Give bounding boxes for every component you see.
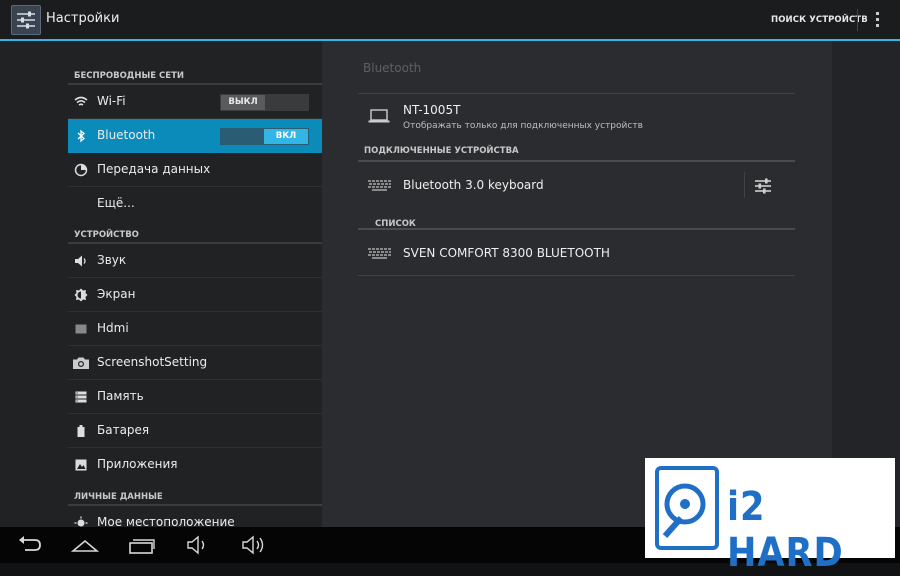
this-device-visibility: Отображать только для подключенных устро…: [403, 121, 643, 131]
keyboard-icon: [368, 248, 391, 259]
sidebar-item-label: Ещё...: [97, 196, 135, 210]
wifi-toggle[interactable]: ВЫКЛ: [220, 94, 309, 111]
sidebar-item-apps[interactable]: Приложения: [68, 448, 322, 482]
sidebar-item-sound[interactable]: Звук: [68, 244, 322, 278]
panel-title: Bluetooth: [363, 61, 422, 75]
sidebar-item-label: Память: [97, 389, 144, 403]
laptop-icon: [368, 109, 390, 123]
watermark-logo: i2 HARD: [645, 458, 895, 576]
sidebar-item-label: Bluetooth: [97, 128, 156, 142]
divider: [358, 160, 795, 162]
sidebar-item-storage[interactable]: Память: [68, 380, 322, 414]
recent-apps-icon[interactable]: [128, 535, 156, 555]
divider: [358, 275, 795, 276]
sidebar-item-screenshot[interactable]: ScreenshotSetting: [68, 346, 322, 380]
back-icon[interactable]: [16, 535, 42, 555]
sidebar-item-more[interactable]: Ещё...: [68, 187, 322, 221]
disk-logo-icon: [655, 466, 719, 550]
sidebar-item-hdmi[interactable]: Hdmi: [68, 312, 322, 346]
sidebar-item-bluetooth[interactable]: Bluetooth ВКЛ: [68, 119, 322, 153]
paired-devices-header: ПОДКЛЮЧЕННЫЕ УСТРОЙСТВА: [364, 146, 519, 156]
right-margin: [832, 41, 900, 527]
toggle-label: ВЫКЛ: [221, 95, 265, 110]
sidebar-item-label: Приложения: [97, 457, 178, 471]
overflow-menu-icon[interactable]: [870, 10, 884, 30]
camera-icon: [73, 357, 89, 369]
sidebar-item-wifi[interactable]: Wi-Fi ВЫКЛ: [68, 85, 322, 119]
sidebar-item-label: Hdmi: [97, 321, 129, 335]
speaker-icon: [75, 255, 86, 267]
sidebar-item-display[interactable]: Экран: [68, 278, 322, 312]
hdmi-icon: [75, 324, 87, 334]
toggle-label: ВКЛ: [264, 129, 308, 144]
page-title: Настройки: [46, 11, 120, 26]
sidebar-item-battery[interactable]: Батарея: [68, 414, 322, 448]
sidebar-item-label: Передача данных: [97, 162, 211, 176]
sidebar-item-label: ScreenshotSetting: [97, 355, 208, 369]
sidebar-item-label: Звук: [97, 253, 127, 267]
location-icon: [74, 516, 88, 527]
keyboard-icon: [368, 180, 391, 191]
available-device-name: SVEN COMFORT 8300 BLUETOOTH: [403, 246, 610, 260]
action-bar-divider: [857, 9, 858, 31]
battery-icon: [77, 425, 85, 437]
data-usage-icon: [74, 163, 88, 177]
sidebar-item-label: Мое местоположение: [97, 515, 235, 527]
volume-up-icon[interactable]: [241, 535, 269, 555]
volume-down-icon[interactable]: [186, 535, 210, 555]
wifi-icon: [74, 96, 88, 106]
bluetooth-settings-panel: Bluetooth NT-1005T Отображать только для…: [322, 41, 832, 527]
settings-sidebar: БЕСПРОВОДНЫЕ СЕТИ Wi-Fi ВЫКЛ Bluetooth В…: [0, 41, 322, 527]
watermark-text: i2 HARD: [727, 484, 844, 576]
sidebar-item-location[interactable]: Мое местоположение: [68, 506, 322, 527]
divider: [358, 93, 795, 94]
settings-sliders-icon[interactable]: [11, 5, 41, 35]
divider: [358, 228, 795, 230]
bluetooth-icon: [77, 129, 85, 143]
home-icon[interactable]: [71, 535, 99, 555]
section-header-device: УСТРОЙСТВО: [68, 222, 322, 244]
storage-icon: [75, 391, 87, 403]
action-bar: Настройки ПОИСК УСТРОЙСТВ: [0, 0, 900, 41]
bluetooth-toggle[interactable]: ВКЛ: [220, 128, 309, 145]
section-header-wireless: БЕСПРОВОДНЫЕ СЕТИ: [68, 63, 322, 85]
sidebar-item-data-usage[interactable]: Передача данных: [68, 153, 322, 187]
sidebar-item-label: Экран: [97, 287, 136, 301]
apps-icon: [75, 459, 87, 471]
device-settings-icon[interactable]: [744, 171, 784, 201]
paired-device-name: Bluetooth 3.0 keyboard: [403, 178, 544, 192]
this-device-name: NT-1005T: [403, 103, 461, 117]
brightness-icon: [74, 288, 88, 302]
section-header-personal: ЛИЧНЫЕ ДАННЫЕ: [68, 484, 322, 506]
sidebar-item-label: Wi-Fi: [97, 94, 126, 108]
sidebar-item-label: Батарея: [97, 423, 150, 437]
